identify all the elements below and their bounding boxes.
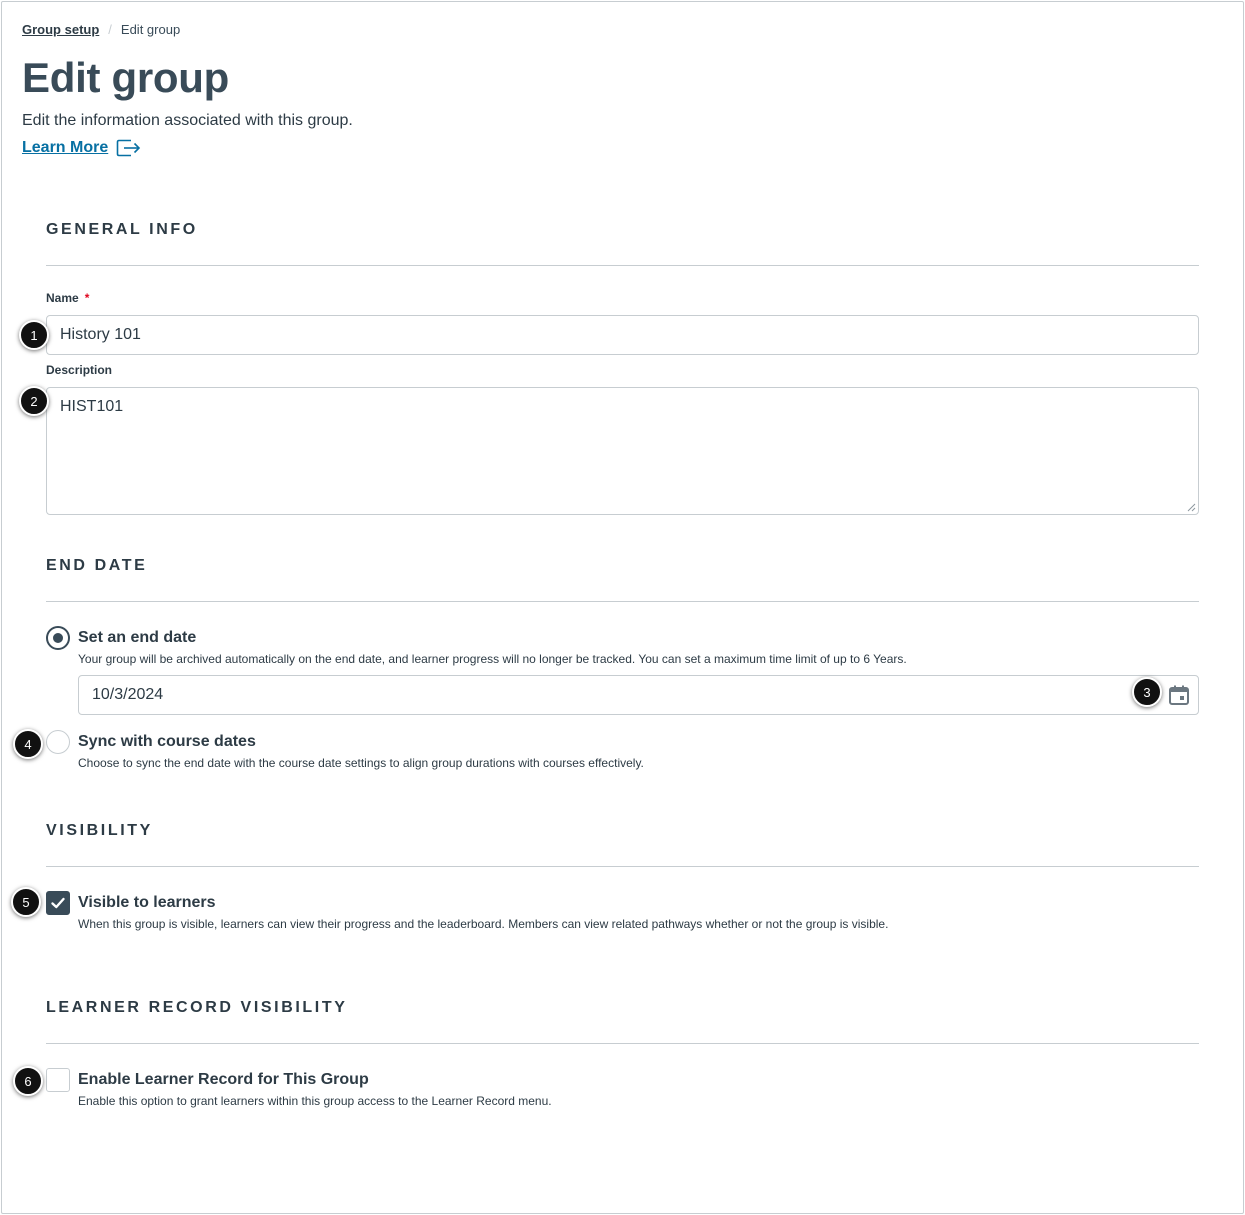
callout-5: 5 [11,887,41,917]
end-date-divider [46,601,1199,602]
page-subtitle: Edit the information associated with thi… [22,112,353,129]
learn-more-link[interactable]: Learn More [22,139,141,157]
breadcrumb: Group setup / Edit group [22,22,180,37]
external-link-icon [116,139,141,157]
sync-course-dates-title: Sync with course dates [78,733,256,750]
description-value: HIST101 [60,398,124,415]
visible-to-learners-title: Visible to learners [78,894,216,911]
learn-more-label: Learn More [22,139,109,156]
required-marker: * [84,291,90,305]
name-label: Name * [46,291,89,305]
callout-4: 4 [13,729,43,759]
callout-2: 2 [19,386,49,416]
callout-3: 3 [1132,677,1162,707]
description-label: Description [46,363,113,377]
resize-grip-icon[interactable] [1187,503,1196,512]
end-date-input[interactable] [78,675,1199,715]
description-textarea[interactable]: HIST101 [46,387,1199,515]
sync-course-dates-radio[interactable] [46,730,70,754]
learner-record-divider [46,1043,1199,1044]
calendar-icon[interactable] [1168,684,1190,706]
page-title: Edit group [22,54,229,101]
page-frame: Group setup / Edit group Edit group Edit… [1,1,1244,1214]
set-end-date-title: Set an end date [78,629,197,646]
callout-1: 1 [19,320,49,350]
enable-learner-record-description: Enable this option to grant learners wit… [78,1094,552,1108]
enable-learner-record-title: Enable Learner Record for This Group [78,1071,369,1088]
breadcrumb-current: Edit group [120,22,181,37]
visible-to-learners-checkbox[interactable] [46,891,70,915]
set-end-date-description: Your group will be archived automaticall… [78,652,907,666]
breadcrumb-link-group-setup[interactable]: Group setup [22,22,99,37]
end-date-heading: END DATE [46,557,148,574]
name-label-text: Name [46,291,79,305]
breadcrumb-separator: / [108,22,112,37]
visibility-divider [46,866,1199,867]
visible-to-learners-description: When this group is visible, learners can… [78,917,889,931]
visibility-heading: VISIBILITY [46,822,153,839]
general-info-divider [46,265,1199,266]
callout-6: 6 [13,1066,43,1096]
learner-record-heading: LEARNER RECORD VISIBILITY [46,999,348,1016]
name-input[interactable] [46,315,1199,355]
sync-course-dates-description: Choose to sync the end date with the cou… [78,756,644,770]
set-end-date-radio[interactable] [46,626,70,650]
enable-learner-record-checkbox[interactable] [46,1068,70,1092]
general-info-heading: GENERAL INFO [46,221,198,238]
checkmark-icon [51,897,65,909]
